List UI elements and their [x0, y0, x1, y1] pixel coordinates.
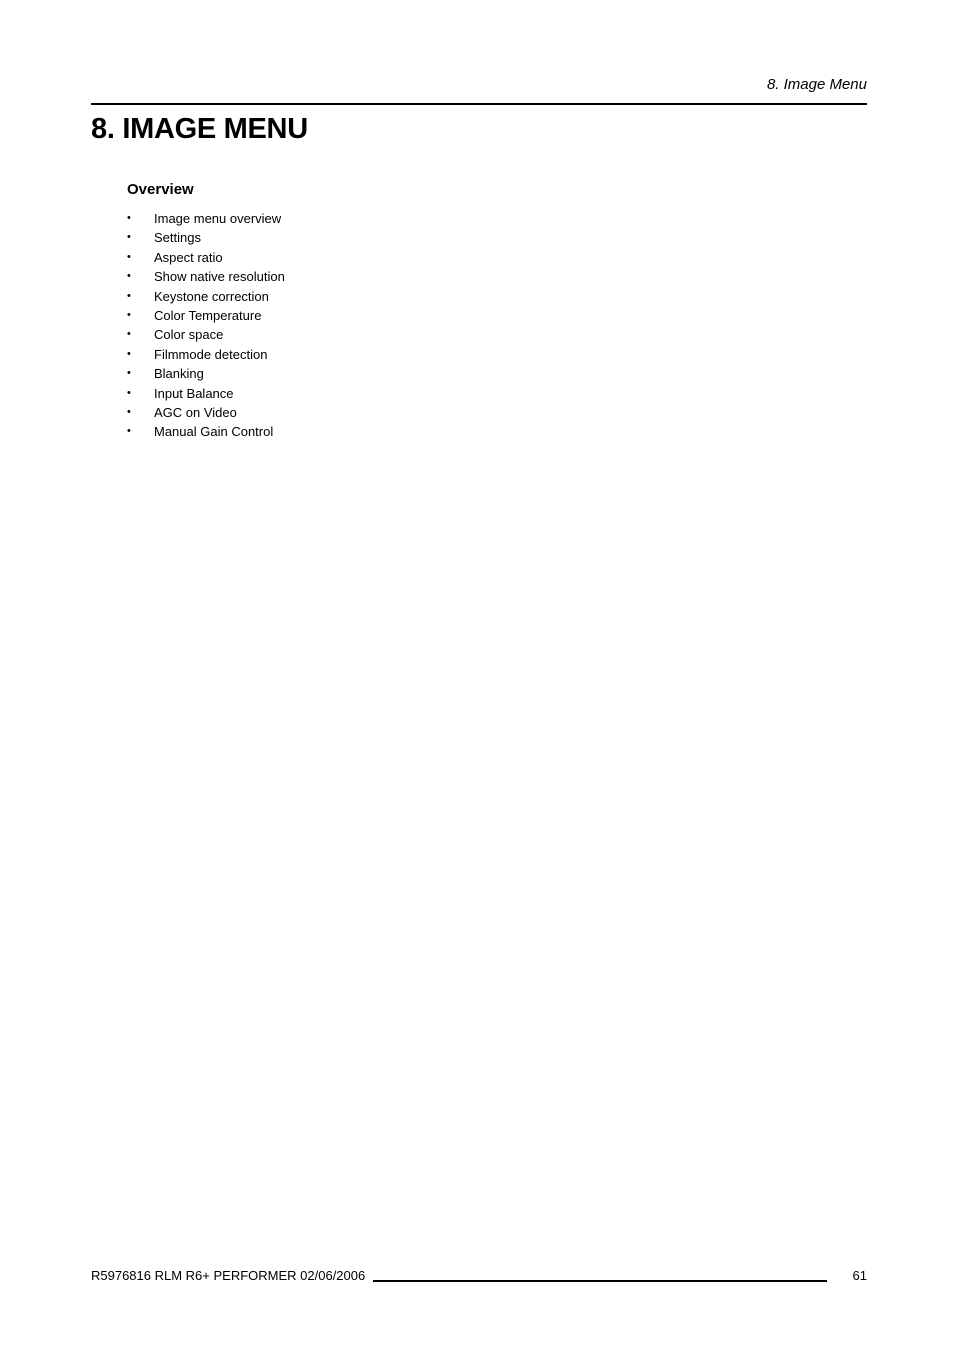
overview-list: • Image menu overview • Settings • Aspect r… [127, 210, 285, 443]
list-item: • Filmmode detection [127, 346, 285, 365]
list-item: • Manual Gain Control [127, 423, 285, 442]
page-number: 61 [852, 1268, 867, 1283]
list-item-label: AGC on Video [154, 404, 237, 420]
footer-rule [373, 1279, 827, 1282]
bullet-icon: • [127, 308, 131, 321]
bullet-icon: • [127, 289, 131, 302]
list-item-label: Aspect ratio [154, 249, 223, 265]
list-item: • Keystone correction [127, 288, 285, 307]
bullet-icon: • [127, 405, 131, 418]
bullet-icon: • [127, 212, 131, 224]
list-item: • Aspect ratio [127, 249, 285, 268]
list-item: • Color space [127, 326, 285, 345]
page-footer: R5976816 RLM R6+ PERFORMER 02/06/2006 61 [91, 1268, 867, 1283]
bullet-icon: • [127, 231, 131, 244]
list-item: • Show native resolution [127, 268, 285, 287]
bullet-icon: • [127, 386, 131, 399]
list-item: • Input Balance [127, 385, 285, 404]
bullet-icon: • [127, 270, 131, 283]
list-item: • Color Temperature [127, 307, 285, 326]
running-header: 8. Image Menu [766, 76, 867, 93]
bullet-icon: • [127, 328, 131, 341]
section-title: Overview [127, 181, 194, 198]
list-item-label: Manual Gain Control [154, 424, 274, 440]
list-item: • AGC on Video [127, 404, 285, 423]
bullet-icon: • [127, 367, 131, 380]
list-item-label: Filmmode detection [154, 346, 268, 362]
bullet-icon: • [127, 425, 131, 438]
list-item-label: Blanking [154, 366, 204, 382]
list-item-label: Color space [154, 327, 224, 343]
list-item: • Blanking [127, 365, 285, 384]
header-rule [91, 103, 867, 105]
bullet-icon: • [127, 347, 131, 360]
list-item-label: Image menu overview [154, 211, 282, 226]
list-item-label: Input Balance [154, 385, 234, 401]
chapter-title: 8. IMAGE MENU [91, 113, 308, 145]
list-item-label: Color Temperature [154, 307, 262, 323]
list-item: • Settings [127, 229, 285, 248]
list-item-label: Keystone correction [154, 288, 269, 304]
list-item-label: Settings [154, 230, 201, 246]
footer-doc-info: R5976816 RLM R6+ PERFORMER 02/06/2006 [91, 1268, 366, 1283]
bullet-icon: • [127, 250, 131, 263]
list-item: • Image menu overview [127, 210, 285, 229]
list-item-label: Show native resolution [154, 269, 285, 285]
